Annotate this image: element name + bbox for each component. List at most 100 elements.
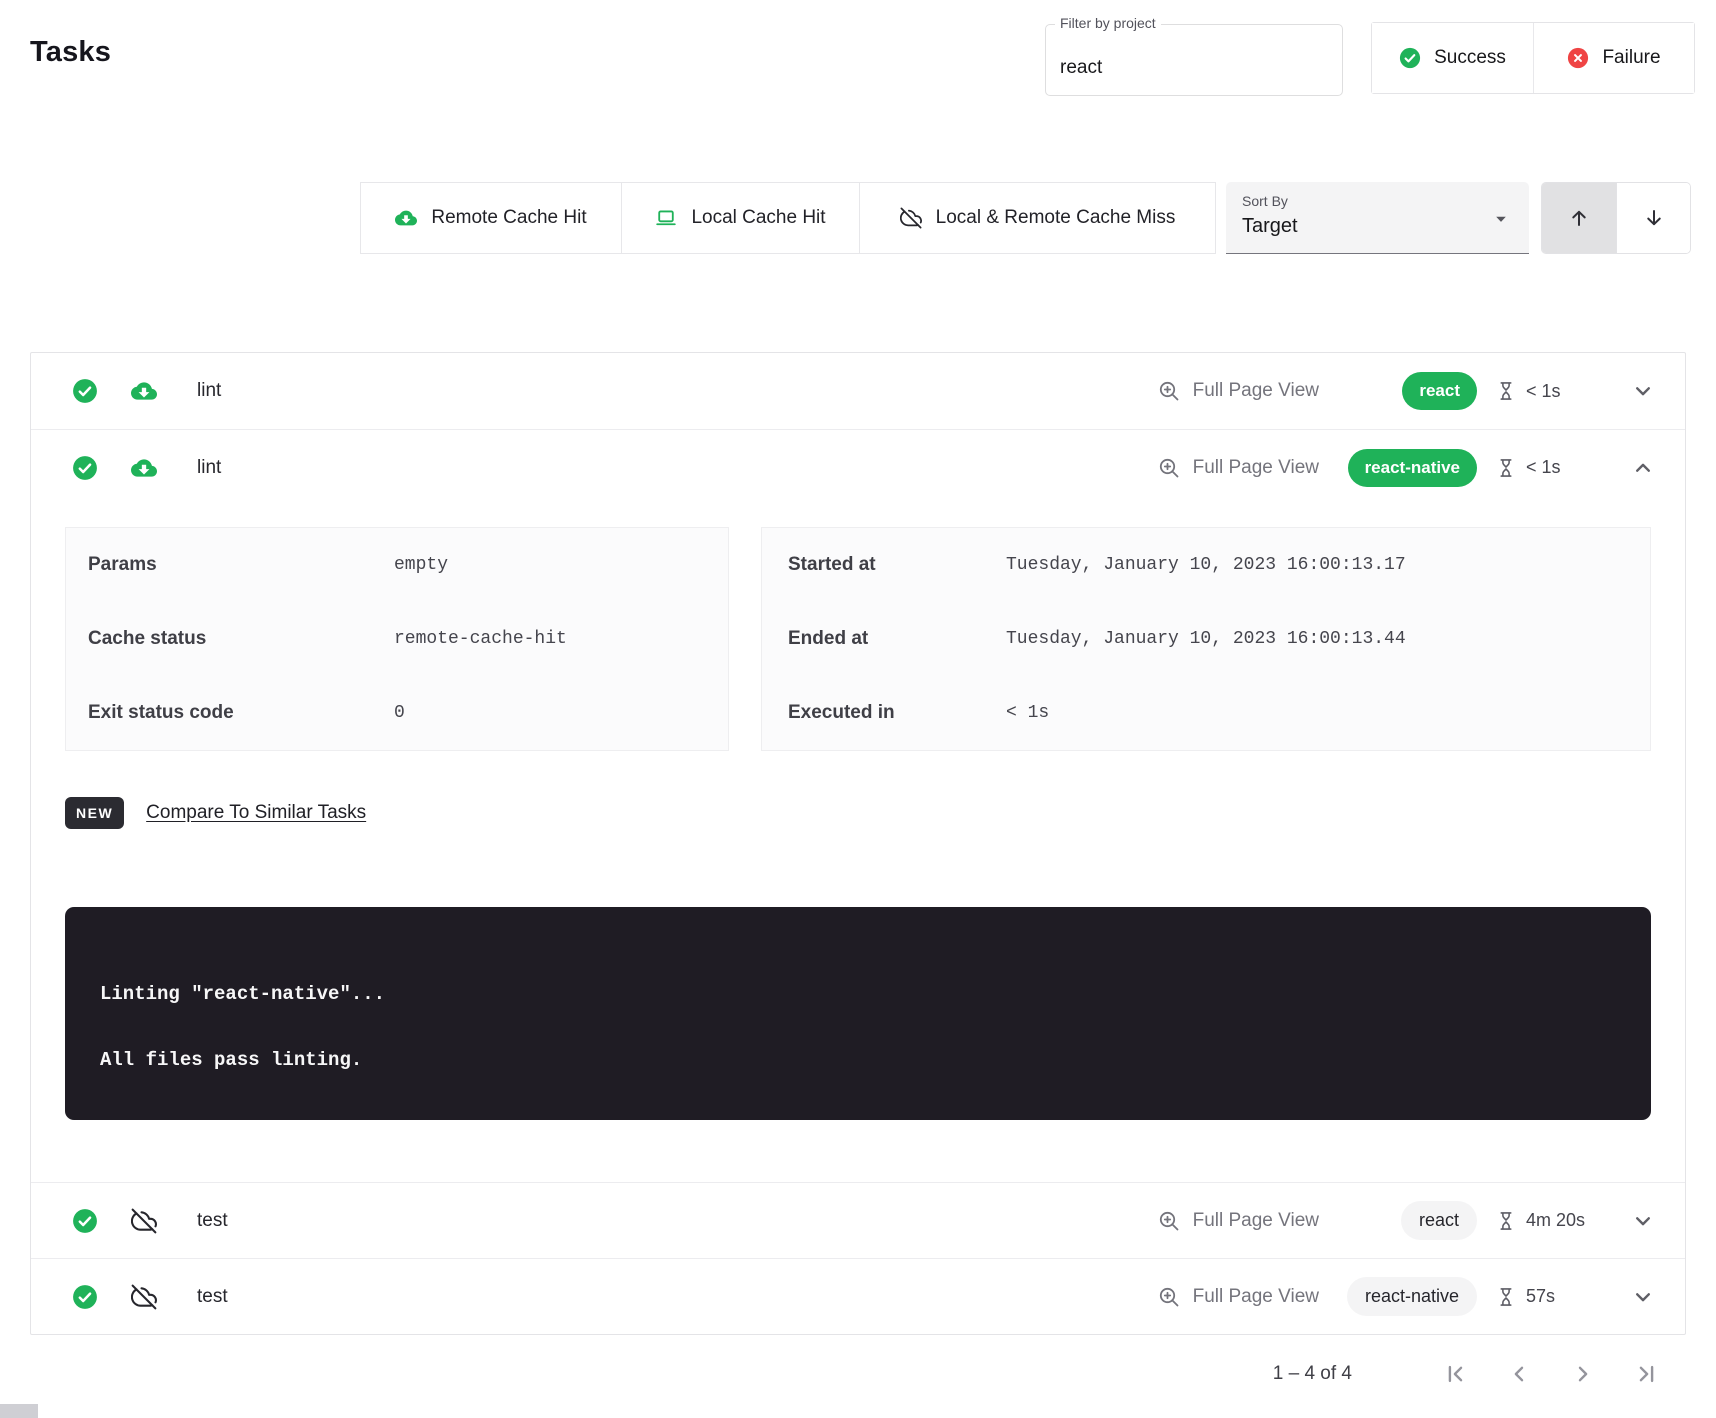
remote-cache-hit-button[interactable]: Remote Cache Hit [361,183,621,253]
sort-by-select[interactable]: Sort By Target [1226,182,1529,254]
chevron-down-icon [1631,379,1655,403]
terminal-line: Linting "react-native"... [100,983,1651,1005]
ended-at-label: Ended at [788,628,1006,650]
expand-chevron-button[interactable] [1631,1285,1655,1309]
project-badge[interactable]: react-native [1347,1277,1477,1316]
task-row-lint-react-native[interactable]: lint Full Page View react-native < 1s [31,429,1685,505]
next-page-button[interactable] [1570,1361,1596,1387]
status-filter-group: Success Failure [1371,22,1695,94]
compare-row: NEW Compare To Similar Tasks [65,797,1651,829]
executed-in-label: Executed in [788,702,1006,724]
task-list: lint Full Page View react < 1s lint Full… [30,352,1686,1335]
remote-cache-hit-label: Remote Cache Hit [431,207,586,229]
next-page-icon [1570,1361,1596,1387]
task-name: test [197,1210,228,1232]
cloud-download-icon [131,378,157,404]
params-value: empty [394,555,448,575]
first-page-button[interactable] [1442,1361,1468,1387]
task-row-test-react[interactable]: test Full Page View react 4m 20s [31,1182,1685,1258]
success-check-icon [72,455,98,481]
success-filter-button[interactable]: Success [1372,23,1533,93]
task-name: lint [197,380,221,402]
sort-direction-group [1541,182,1691,254]
full-page-view-label: Full Page View [1193,1286,1319,1308]
hourglass-icon [1495,380,1517,402]
cloud-download-icon [131,455,157,481]
zoom-in-icon [1157,456,1181,480]
previous-page-icon [1506,1361,1532,1387]
cache-status-label: Cache status [88,628,394,650]
zoom-in-icon [1157,379,1181,403]
scrollbar-corner [0,1404,38,1418]
sort-descending-button[interactable] [1616,183,1690,253]
success-check-icon [72,378,98,404]
task-row-test-react-native[interactable]: test Full Page View react-native 57s [31,1258,1685,1334]
task-duration: < 1s [1495,457,1603,479]
cache-miss-button[interactable]: Local & Remote Cache Miss [859,183,1215,253]
executed-in-value: < 1s [1006,703,1049,723]
task-detail-panel: Params empty Cache status remote-cache-h… [31,505,1685,1182]
previous-page-button[interactable] [1506,1361,1532,1387]
full-page-view-label: Full Page View [1193,1210,1319,1232]
success-check-icon [72,1208,98,1234]
sort-by-label: Sort By [1242,193,1288,209]
exit-code-value: 0 [394,703,405,723]
task-params-panel: Params empty Cache status remote-cache-h… [65,527,729,751]
chevron-down-icon [1631,1209,1655,1233]
full-page-view-link[interactable]: Full Page View [1157,379,1319,403]
last-page-button[interactable] [1634,1361,1660,1387]
exit-code-label: Exit status code [88,702,394,724]
full-page-view-label: Full Page View [1193,380,1319,402]
task-timing-panel: Started at Tuesday, January 10, 2023 16:… [761,527,1651,751]
hourglass-icon [1495,1210,1517,1232]
task-name: test [197,1286,228,1308]
terminal-output: Linting "react-native"... All files pass… [65,907,1651,1120]
project-filter-input[interactable] [1046,25,1342,95]
chevron-down-icon [1631,1285,1655,1309]
params-label: Params [88,554,394,576]
hourglass-icon [1495,457,1517,479]
sort-ascending-button[interactable] [1542,183,1616,253]
failure-filter-label: Failure [1602,47,1660,69]
failure-x-icon [1567,47,1589,69]
cloud-off-icon [131,1284,157,1310]
cache-status-value: remote-cache-hit [394,629,567,649]
new-badge: NEW [65,797,124,829]
local-cache-hit-label: Local Cache Hit [691,207,825,229]
project-badge[interactable]: react [1402,372,1477,410]
success-check-icon [1399,47,1421,69]
arrow-up-icon [1567,206,1591,230]
zoom-in-icon [1157,1285,1181,1309]
zoom-in-icon [1157,1209,1181,1233]
task-duration: 57s [1495,1286,1603,1308]
local-cache-hit-button[interactable]: Local Cache Hit [621,183,859,253]
compare-to-similar-tasks-link[interactable]: Compare To Similar Tasks [146,802,366,824]
expand-chevron-button[interactable] [1631,1209,1655,1233]
failure-filter-button[interactable]: Failure [1533,23,1694,93]
collapse-chevron-button[interactable] [1631,456,1655,480]
cache-miss-label: Local & Remote Cache Miss [936,207,1176,229]
project-badge[interactable]: react-native [1348,449,1477,487]
arrow-down-icon [1642,206,1666,230]
last-page-icon [1634,1361,1660,1387]
expand-chevron-button[interactable] [1631,379,1655,403]
started-at-value: Tuesday, January 10, 2023 16:00:13.17 [1006,555,1406,575]
cache-filter-group: Remote Cache Hit Local Cache Hit Local &… [360,182,1216,254]
terminal-line: All files pass linting. [100,1049,1651,1071]
full-page-view-link[interactable]: Full Page View [1157,1209,1319,1233]
full-page-view-link[interactable]: Full Page View [1157,1285,1319,1309]
ended-at-value: Tuesday, January 10, 2023 16:00:13.44 [1006,629,1406,649]
task-duration: < 1s [1495,380,1603,402]
project-badge[interactable]: react [1401,1201,1477,1240]
success-filter-label: Success [1434,47,1506,69]
task-row-lint-react[interactable]: lint Full Page View react < 1s [31,353,1685,429]
pagination: 1 – 4 of 4 [1273,1352,1660,1396]
project-filter-field[interactable]: Filter by project [1045,24,1343,96]
task-duration: 4m 20s [1495,1210,1603,1232]
sort-by-value: Target [1242,215,1298,238]
page-title: Tasks [30,36,111,69]
full-page-view-link[interactable]: Full Page View [1157,456,1319,480]
laptop-icon [655,207,677,229]
task-name: lint [197,457,221,479]
cloud-off-icon [131,1208,157,1234]
